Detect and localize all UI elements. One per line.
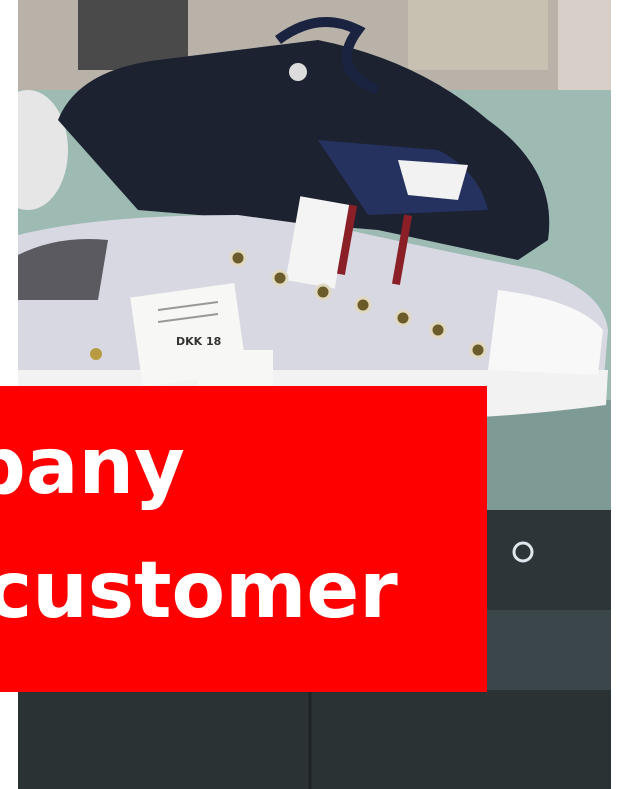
banner-text-line-1: pany (0, 422, 185, 512)
price-tag-text: DKK 18 (176, 335, 221, 348)
red-caption-banner: pany customer (0, 386, 487, 692)
banner-text-line-2: customer (0, 546, 398, 636)
